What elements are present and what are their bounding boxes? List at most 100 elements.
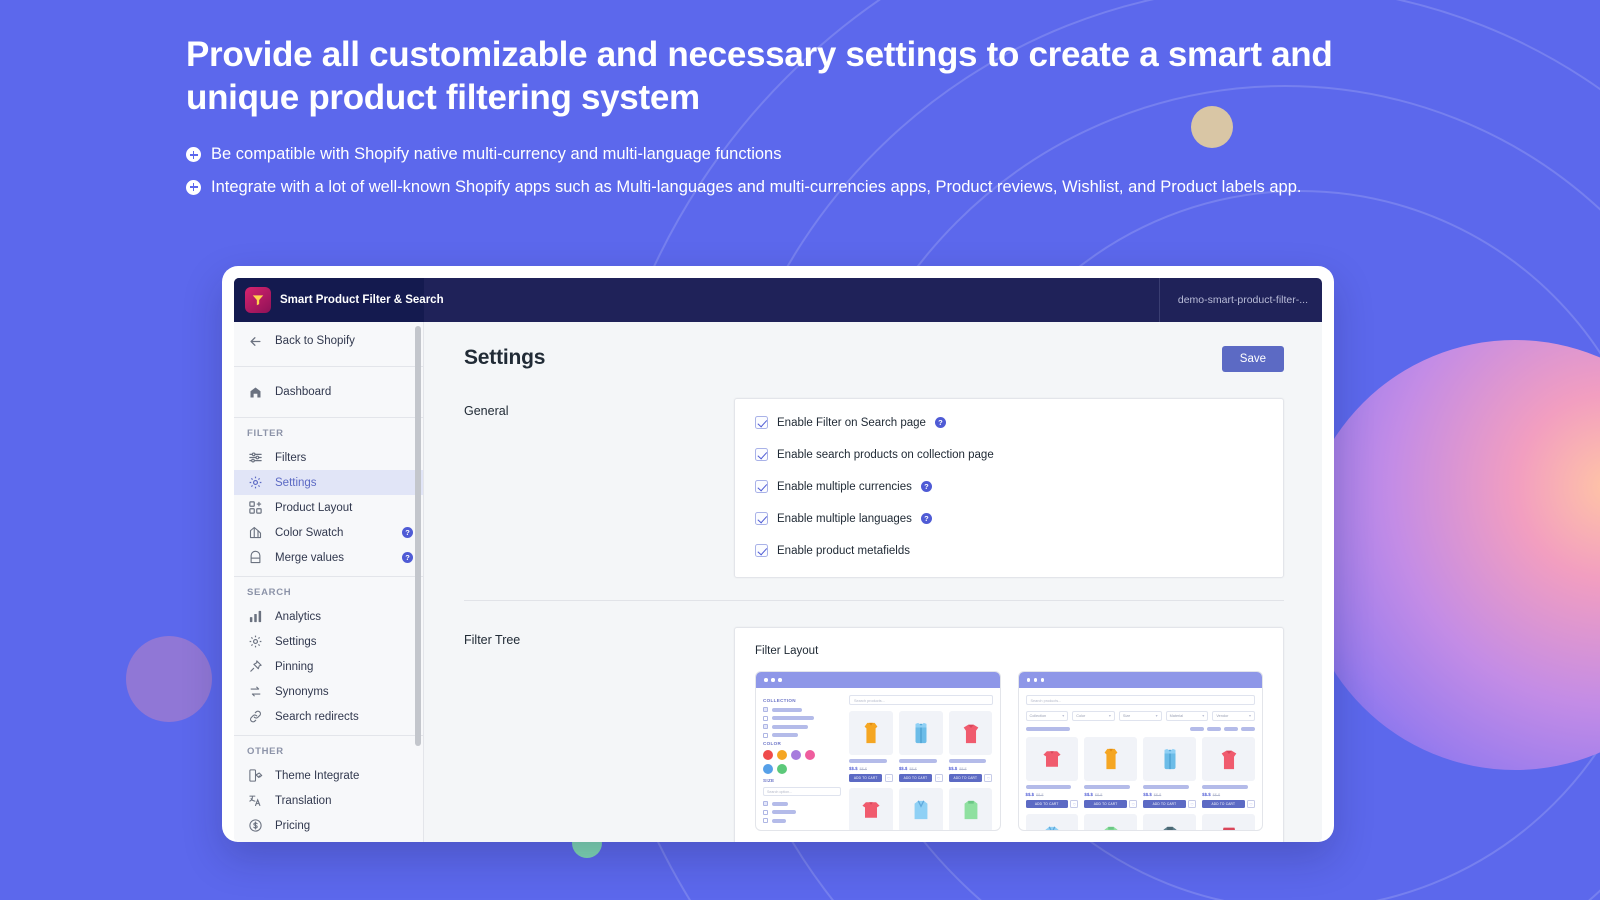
checkbox-enable-multiple-currencies[interactable] — [755, 480, 768, 493]
sidebar-item-theme-integrate[interactable]: Theme Integrate — [234, 763, 423, 788]
preview-body: COLLECTION COLOR SIZE Search option... S… — [756, 688, 1000, 830]
sidebar-item-label: Search redirects — [275, 710, 359, 723]
app-window-card: Smart Product Filter & Search demo-smart… — [222, 266, 1334, 842]
top-bar-spacer — [424, 278, 1159, 322]
pin-icon — [247, 658, 264, 675]
wishlist-icon[interactable]: ♡ — [1070, 799, 1079, 808]
add-to-cart-button[interactable]: ADD TO CART — [1084, 799, 1127, 808]
checkbox-row[interactable]: Enable Filter on Search page ? — [755, 416, 1263, 429]
product-title-bar — [948, 759, 987, 763]
sidebar-item-synonyms[interactable]: Synonyms — [234, 679, 423, 704]
hero-section: Provide all customizable and necessary s… — [186, 33, 1386, 207]
wishlist-icon[interactable]: ♡ — [1247, 799, 1255, 808]
facet-row — [763, 809, 841, 815]
sidebar-item-label: Dashboard — [275, 386, 332, 398]
filter-layout-card: Filter Layout COLLECTION COLOR SIZE Sear… — [734, 627, 1284, 842]
preview-product-card — [948, 787, 993, 830]
help-icon[interactable]: ? — [402, 552, 413, 563]
product-thumbnail — [948, 787, 993, 830]
preview-sort-row — [1025, 727, 1255, 731]
product-title-bar — [1143, 785, 1189, 789]
preview-product-area: Search products... $$.$ $$.$ ADD TO CART… — [849, 695, 993, 830]
sidebar-item-search-redirects[interactable]: Search redirects — [234, 704, 423, 729]
save-button[interactable]: Save — [1221, 346, 1284, 372]
sidebar-item-analytics[interactable]: Analytics — [234, 604, 423, 629]
help-icon[interactable]: ? — [934, 417, 946, 428]
preview-product-card: $$.$ $$.$ ADD TO CART ♡ — [1025, 737, 1079, 808]
checkbox-enable-product-metafields[interactable] — [755, 544, 768, 557]
sidebar-item-product-layout[interactable]: Product Layout — [234, 495, 423, 520]
preview-product-card — [1084, 813, 1138, 830]
help-icon[interactable]: ? — [920, 513, 932, 524]
wishlist-icon[interactable]: ♡ — [1188, 799, 1197, 808]
sidebar-item-back-to-shopify[interactable]: Back to Shopify — [234, 322, 423, 360]
checkbox-enable-search-products-on-collection-page[interactable] — [755, 448, 768, 461]
preview-product-card — [1202, 813, 1255, 830]
preview-dropdown[interactable]: Collection ▾ — [1025, 711, 1069, 721]
shop-domain-label: demo-smart-product-filter-... — [1158, 278, 1322, 322]
hero-bullet: Be compatible with Shopify native multi-… — [186, 142, 1386, 168]
preview-dropdown[interactable]: Vendor ▾ — [1212, 711, 1256, 721]
preview-product-card — [849, 787, 893, 830]
hero-bullet-text: Integrate with a lot of well-known Shopi… — [211, 177, 1302, 196]
sidebar-item-label: Pinning — [275, 660, 314, 673]
add-to-cart-button[interactable]: ADD TO CART — [849, 773, 883, 782]
sidebar-item-pricing[interactable]: Pricing — [234, 813, 423, 838]
preview-facet-column: COLLECTION COLOR SIZE Search option... — [763, 695, 841, 830]
help-icon[interactable]: ? — [402, 527, 413, 538]
facet-row — [763, 818, 841, 823]
facet-row — [763, 715, 841, 721]
facet-swatches — [763, 750, 823, 774]
preview-product-card: $$.$ $$.$ ADD TO CART ♡ — [1143, 737, 1197, 808]
checkbox-row[interactable]: Enable search products on collection pag… — [755, 448, 1263, 461]
facet-title: SIZE — [763, 778, 775, 783]
product-thumbnail — [1025, 813, 1079, 830]
hero-bullet-text: Be compatible with Shopify native multi-… — [211, 145, 782, 164]
wishlist-icon[interactable]: ♡ — [1129, 799, 1138, 808]
checkbox-row[interactable]: Enable product metafields — [755, 544, 1263, 557]
sidebar-item-filters[interactable]: Filters — [234, 445, 423, 470]
product-price: $$.$ $$.$ — [948, 765, 967, 771]
wishlist-icon[interactable]: ♡ — [984, 773, 993, 782]
sidebar-item-filter-settings[interactable]: Settings — [234, 470, 423, 495]
layout-option-horizontal[interactable]: Search products... Collection ▾ Color ▾ Si… — [1017, 671, 1263, 842]
sidebar-item-label: Theme Integrate — [275, 769, 360, 782]
sidebar-scrollbar-thumb[interactable] — [415, 326, 421, 746]
sidebar-item-color-swatch[interactable]: Color Swatch ? — [234, 520, 423, 545]
checkbox-enable-multiple-languages[interactable] — [755, 512, 768, 525]
preview-dropdown[interactable]: Color ▾ — [1072, 711, 1115, 721]
sidebar-item-search-settings[interactable]: Settings — [234, 629, 423, 654]
sidebar-item-translation[interactable]: Translation — [234, 788, 423, 813]
wishlist-icon[interactable]: ♡ — [934, 773, 943, 782]
product-title-bar — [849, 759, 887, 763]
checkbox-enable-filter-on-search-page[interactable] — [755, 416, 768, 429]
layout-option-vertical[interactable]: COLLECTION COLOR SIZE Search option... S… — [755, 671, 1001, 842]
add-to-cart-button[interactable]: ADD TO CART — [1202, 799, 1245, 808]
sidebar-divider — [234, 366, 423, 367]
preview-search-input: Search products... — [1025, 695, 1255, 705]
preview-horizontal: Search products... Collection ▾ Color ▾ Si… — [1017, 671, 1263, 831]
help-icon[interactable]: ? — [920, 481, 932, 492]
checkbox-row[interactable]: Enable multiple currencies ? — [755, 480, 1263, 493]
hero-bullet-list: Be compatible with Shopify native multi-… — [186, 142, 1386, 200]
sidebar-item-merge-values[interactable]: Merge values ? — [234, 545, 423, 570]
product-thumbnail — [1202, 737, 1255, 781]
add-to-cart-button[interactable]: ADD TO CART — [1143, 799, 1186, 808]
sidebar-item-pinning[interactable]: Pinning — [234, 654, 423, 679]
add-to-cart-button[interactable]: ADD TO CART — [898, 773, 933, 782]
sliders-icon — [247, 449, 264, 466]
product-thumbnail — [948, 711, 993, 755]
product-thumbnail — [849, 711, 893, 755]
layout-grid-icon — [247, 499, 264, 516]
sidebar-item-dashboard[interactable]: Dashboard — [234, 373, 423, 411]
arrow-left-icon — [247, 333, 264, 350]
preview-dropdown[interactable]: Size ▾ — [1118, 711, 1162, 721]
sidebar-scrollbar[interactable] — [415, 326, 421, 838]
add-to-cart-button[interactable]: ADD TO CART — [1025, 799, 1068, 808]
sidebar-navigation[interactable]: Back to Shopify Dashboard FILTER Filters… — [234, 322, 424, 842]
checkbox-row[interactable]: Enable multiple languages ? — [755, 512, 1263, 525]
preview-dropdown[interactable]: Material ▾ — [1165, 711, 1209, 721]
wishlist-icon[interactable]: ♡ — [884, 773, 893, 782]
add-to-cart-button[interactable]: ADD TO CART — [948, 773, 982, 782]
product-price: $$.$ $$.$ — [1143, 791, 1162, 797]
